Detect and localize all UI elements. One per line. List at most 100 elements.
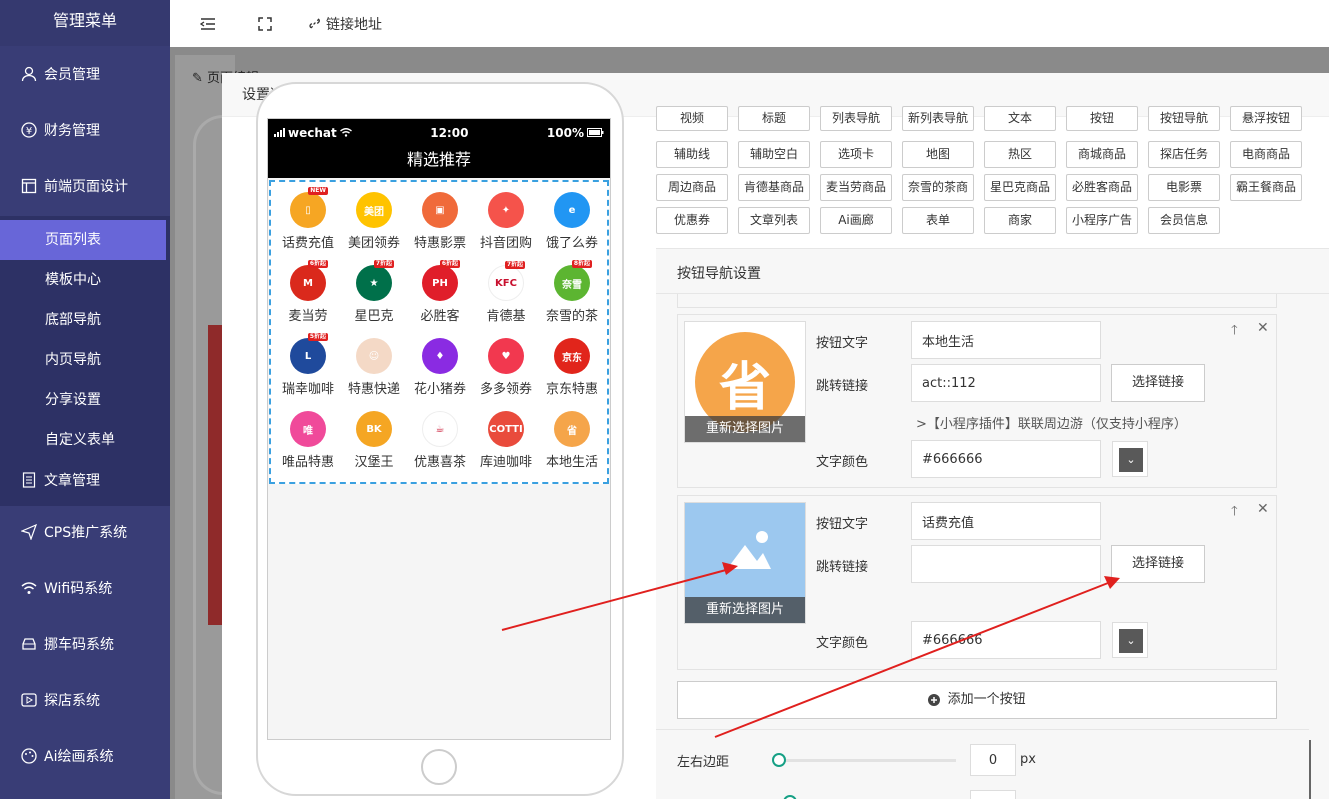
- nav-grid-item[interactable]: 省本地生活: [539, 411, 605, 470]
- component-button[interactable]: 小程序广告: [1066, 207, 1138, 234]
- component-button[interactable]: 悬浮按钮: [1230, 106, 1302, 131]
- component-button[interactable]: 列表导航: [820, 106, 892, 131]
- component-button[interactable]: 肯德基商品: [738, 174, 810, 201]
- nav-grid-item[interactable]: ✦ 抖音团购: [473, 192, 539, 251]
- link-address-button[interactable]: 链接地址: [308, 14, 382, 34]
- sidebar-item-frontend-design[interactable]: 前端页面设计: [0, 166, 170, 206]
- nav-grid-item[interactable]: PH 6折起 必胜客: [407, 260, 473, 324]
- component-button[interactable]: 辅助空白: [738, 141, 810, 168]
- component-button[interactable]: 麦当劳商品: [820, 174, 892, 201]
- close-icon[interactable]: ✕: [1257, 501, 1269, 517]
- color-picker[interactable]: ⌄: [1112, 441, 1148, 477]
- nav-grid-item[interactable]: KFC 7折起 肯德基: [473, 261, 539, 324]
- component-button[interactable]: 星巴克商品: [984, 174, 1056, 201]
- sidebar-item-finance[interactable]: ¥ 财务管理: [0, 110, 170, 150]
- sidebar-subitem-bottom-nav[interactable]: 底部导航: [0, 300, 170, 340]
- nav-grid-item[interactable]: ♥ 多多领券: [473, 338, 539, 397]
- nav-grid-item[interactable]: 京东 京东特惠: [539, 338, 605, 397]
- nav-grid-item[interactable]: 美团 美团领券: [341, 192, 407, 251]
- nav-grid-item[interactable]: ▣ 特惠影票: [407, 192, 473, 251]
- button-text-label: 按钮文字: [816, 336, 869, 351]
- collapse-menu-icon[interactable]: [200, 17, 216, 31]
- sidebar-item-store-visit[interactable]: 探店系统: [0, 680, 170, 720]
- component-button[interactable]: 奈雪的茶商: [902, 174, 974, 201]
- sidebar-subitem-share-settings[interactable]: 分享设置: [0, 380, 170, 420]
- nav-grid-item[interactable]: L 5折起 瑞幸咖啡: [275, 333, 341, 397]
- button-text-input[interactable]: [911, 321, 1101, 359]
- reselect-image-button[interactable]: 重新选择图片: [685, 416, 805, 442]
- component-button[interactable]: 电影票: [1148, 174, 1220, 201]
- component-button[interactable]: 周边商品: [656, 174, 728, 201]
- sidebar-item-ai-painting[interactable]: Ai绘画系统: [0, 736, 170, 776]
- component-button[interactable]: Ai画廊: [820, 207, 892, 234]
- component-button[interactable]: 文本: [984, 106, 1056, 131]
- sidebar-subitem-template-center[interactable]: 模板中心: [0, 260, 170, 300]
- button-1-image[interactable]: 省 重新选择图片: [684, 321, 806, 443]
- component-button[interactable]: 辅助线: [656, 141, 728, 168]
- select-link-button[interactable]: 选择链接: [1111, 545, 1205, 583]
- sidebar-item-members[interactable]: 会员管理: [0, 54, 170, 94]
- button-2-image[interactable]: 重新选择图片: [684, 502, 806, 624]
- nav-grid-item[interactable]: COTTI 库迪咖啡: [473, 411, 539, 470]
- component-button[interactable]: 视频: [656, 106, 728, 131]
- nav-grid-item[interactable]: 唯唯品特惠: [275, 411, 341, 470]
- component-button[interactable]: 优惠券: [656, 207, 728, 234]
- sidebar-item-car-code[interactable]: 挪车码系统: [0, 624, 170, 664]
- close-icon[interactable]: ✕: [1257, 320, 1269, 336]
- sidebar-subitem-page-list[interactable]: 页面列表: [0, 220, 166, 260]
- component-button[interactable]: 标题: [738, 106, 810, 131]
- component-button[interactable]: 热区: [984, 141, 1056, 168]
- jump-link-input[interactable]: [911, 545, 1101, 583]
- margin-slider-track[interactable]: [778, 759, 956, 762]
- sidebar-item-cps[interactable]: CPS推广系统: [0, 512, 170, 552]
- margin-input[interactable]: [970, 744, 1016, 776]
- component-button[interactable]: 霸王餐商品: [1230, 174, 1302, 201]
- component-button[interactable]: 表单: [902, 207, 974, 234]
- jump-link-input[interactable]: [911, 364, 1101, 402]
- color-picker[interactable]: ⌄: [1112, 622, 1148, 658]
- scrollbar[interactable]: [1309, 740, 1311, 799]
- nav-grid-item[interactable]: M 6折起 麦当劳: [275, 260, 341, 324]
- component-button[interactable]: 会员信息: [1148, 207, 1220, 234]
- sidebar-subitem-inner-nav[interactable]: 内页导航: [0, 340, 170, 380]
- component-button[interactable]: 选项卡: [820, 141, 892, 168]
- reselect-image-button[interactable]: 重新选择图片: [685, 597, 805, 623]
- battery-icon: [587, 128, 604, 137]
- sidebar-item-wifi[interactable]: Wifi码系统: [0, 568, 170, 608]
- nav-grid-item[interactable]: BK 汉堡王: [341, 411, 407, 470]
- nav-grid-item[interactable]: ♦ 花小猪券: [407, 338, 473, 397]
- button-text-input[interactable]: [911, 502, 1101, 540]
- nav-item-icon: 京东: [554, 338, 590, 374]
- component-button[interactable]: 商城商品: [1066, 141, 1138, 168]
- button-nav-grid[interactable]: ▯ NEW 话费充值 美团 美团领券 ▣ 特惠影票 ✦ 抖音团购 e 饿了么券 M 6折起 麦当劳 ★ 7折起…: [269, 180, 609, 484]
- component-button[interactable]: 必胜客商品: [1066, 174, 1138, 201]
- margin-slider-handle[interactable]: [772, 753, 786, 767]
- nav-item-icon: BK: [356, 411, 392, 447]
- component-button[interactable]: 文章列表: [738, 207, 810, 234]
- text-color-input[interactable]: [911, 621, 1101, 659]
- sidebar-item-articles[interactable]: 文章管理: [0, 460, 170, 500]
- nav-grid-item[interactable]: ★ 7折起 星巴克: [341, 260, 407, 324]
- component-button[interactable]: 地图: [902, 141, 974, 168]
- nav-grid-item[interactable]: 奈雪 8折起 奈雪的茶: [539, 260, 605, 324]
- nav-grid-item[interactable]: ☺ 特惠快递: [341, 338, 407, 397]
- nav-grid-item[interactable]: ▯ NEW 话费充值: [275, 187, 341, 251]
- nav-item-icon: M 6折起: [290, 260, 328, 301]
- fullscreen-icon[interactable]: [258, 16, 272, 31]
- move-up-icon[interactable]: 🡑: [1231, 502, 1238, 524]
- select-link-button[interactable]: 选择链接: [1111, 364, 1205, 402]
- component-button[interactable]: 按钮导航: [1148, 106, 1220, 131]
- add-button-button[interactable]: 添加一个按钮: [677, 681, 1277, 719]
- nav-grid-item[interactable]: e 饿了么券: [539, 192, 605, 251]
- text-color-input[interactable]: [911, 440, 1101, 478]
- component-button[interactable]: 新列表导航: [902, 106, 974, 131]
- nav-grid-item[interactable]: ☕ 优惠喜茶: [407, 411, 473, 470]
- move-up-icon[interactable]: 🡑: [1231, 321, 1238, 343]
- nav-item-label: 特惠影票: [413, 236, 466, 251]
- component-button[interactable]: 电商商品: [1230, 141, 1302, 168]
- component-button[interactable]: 探店任务: [1148, 141, 1220, 168]
- second-input[interactable]: [970, 790, 1016, 799]
- component-button[interactable]: 商家: [984, 207, 1056, 234]
- component-button[interactable]: 按钮: [1066, 106, 1138, 131]
- sidebar-subitem-custom-form[interactable]: 自定义表单: [0, 420, 170, 460]
